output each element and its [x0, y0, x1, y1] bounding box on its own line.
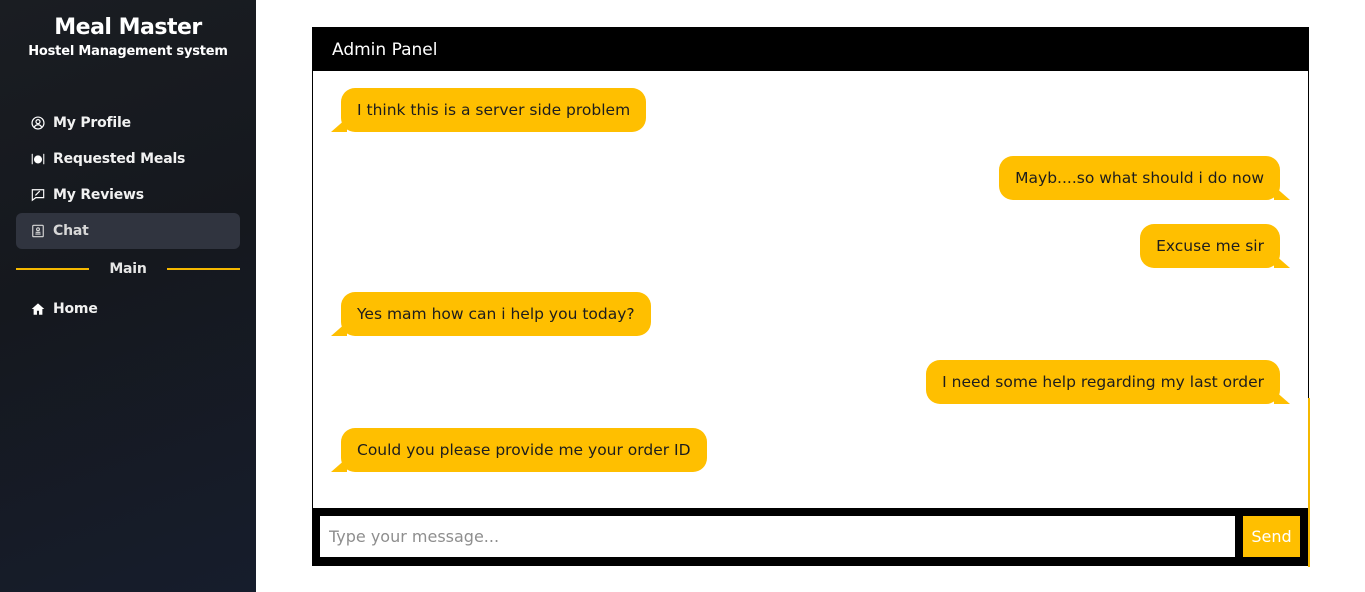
- user-circle-icon: [31, 116, 45, 130]
- chat-header: Admin Panel: [313, 28, 1308, 71]
- divider-line: [16, 268, 90, 270]
- sidebar-item-requested-meals[interactable]: Requested Meals: [16, 141, 240, 177]
- sidebar-item-label: My Reviews: [53, 187, 144, 203]
- brand-title: Meal Master: [54, 15, 202, 40]
- brand-subtitle: Hostel Management system: [28, 44, 228, 59]
- sidebar: Meal Master Hostel Management system My …: [0, 0, 256, 592]
- message-bubble-received: Could you please provide me your order I…: [331, 428, 707, 472]
- send-button[interactable]: Send: [1243, 516, 1300, 557]
- sidebar-item-home[interactable]: Home: [16, 291, 240, 327]
- sidebar-item-label: Chat: [53, 223, 89, 239]
- message-bubble-sent: I need some help regarding my last order: [926, 360, 1290, 404]
- message-list: I think this is a server side problem Ma…: [313, 71, 1308, 509]
- section-divider: Main: [16, 261, 241, 277]
- sidebar-nav: My Profile Requested Meals My Reviews Ch…: [0, 105, 256, 249]
- sidebar-item-label: My Profile: [53, 115, 131, 131]
- chat-panel: Admin Panel I think this is a server sid…: [312, 27, 1310, 567]
- divider-line: [166, 268, 241, 270]
- sidebar-item-label: Home: [53, 301, 98, 317]
- message-bubble-sent: Mayb....so what should i do now: [999, 156, 1290, 200]
- chat-icon: [31, 224, 45, 238]
- sidebar-item-my-reviews[interactable]: My Reviews: [16, 177, 240, 213]
- divider-label: Main: [109, 261, 147, 277]
- brand: Meal Master Hostel Management system: [0, 0, 256, 59]
- sidebar-item-chat[interactable]: Chat: [16, 213, 240, 249]
- message-bubble-sent: Excuse me sir: [1140, 224, 1290, 268]
- chat-title: Admin Panel: [332, 39, 438, 60]
- main-nav: Home: [0, 291, 256, 327]
- chat-input-bar: Send: [313, 508, 1308, 565]
- sidebar-item-my-profile[interactable]: My Profile: [16, 105, 240, 141]
- message-bubble-received: Yes mam how can i help you today?: [331, 292, 651, 336]
- message-input[interactable]: [320, 516, 1235, 557]
- meal-plate-icon: [31, 152, 45, 166]
- message-bubble-received: I think this is a server side problem: [330, 88, 647, 132]
- review-icon: [31, 188, 45, 202]
- app-root: Meal Master Hostel Management system My …: [0, 0, 1365, 592]
- home-icon: [31, 302, 45, 316]
- sidebar-item-label: Requested Meals: [53, 151, 186, 167]
